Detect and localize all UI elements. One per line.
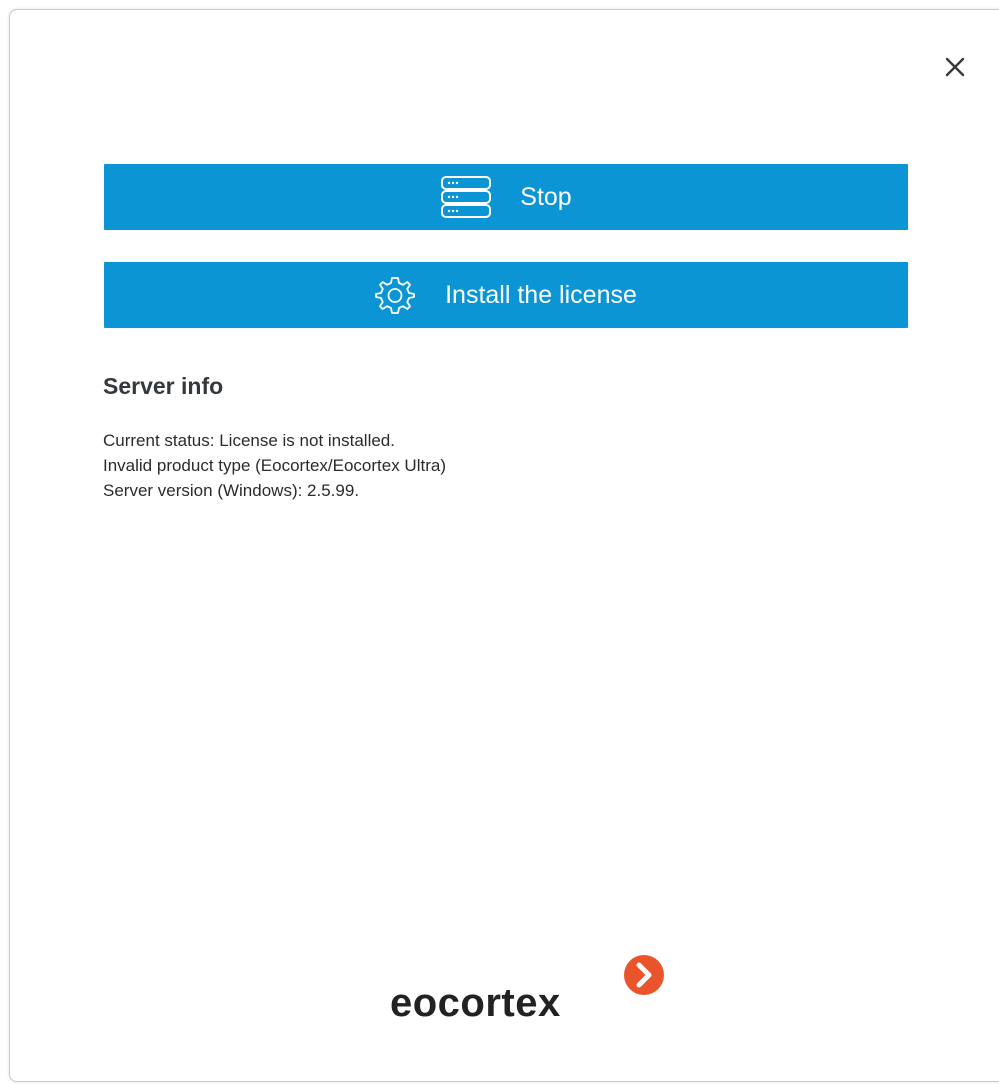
install-license-button[interactable]: Install the license [104,262,908,328]
server-version-text: Server version (Windows): 2.5.99. [103,481,360,500]
product-type-text: Invalid product type (Eocortex/Eocortex … [103,456,446,475]
server-icon [440,175,492,219]
eocortex-logo: eocortex [390,953,680,1033]
server-dialog: Stop Install the license Server info Cur… [9,9,999,1082]
current-status-text: Current status: License is not installed… [103,431,395,450]
server-info-details: Current status: License is not installed… [103,428,446,503]
server-info-heading: Server info [103,373,224,399]
close-button[interactable] [935,47,975,87]
stop-button[interactable]: Stop [104,164,908,230]
install-license-button-label: Install the license [445,280,637,309]
chevron-right-icon [624,955,664,995]
logo-wordmark: eocortex [390,981,561,1025]
gear-icon [375,275,416,315]
close-icon [945,57,965,77]
stop-button-label: Stop [520,182,572,211]
